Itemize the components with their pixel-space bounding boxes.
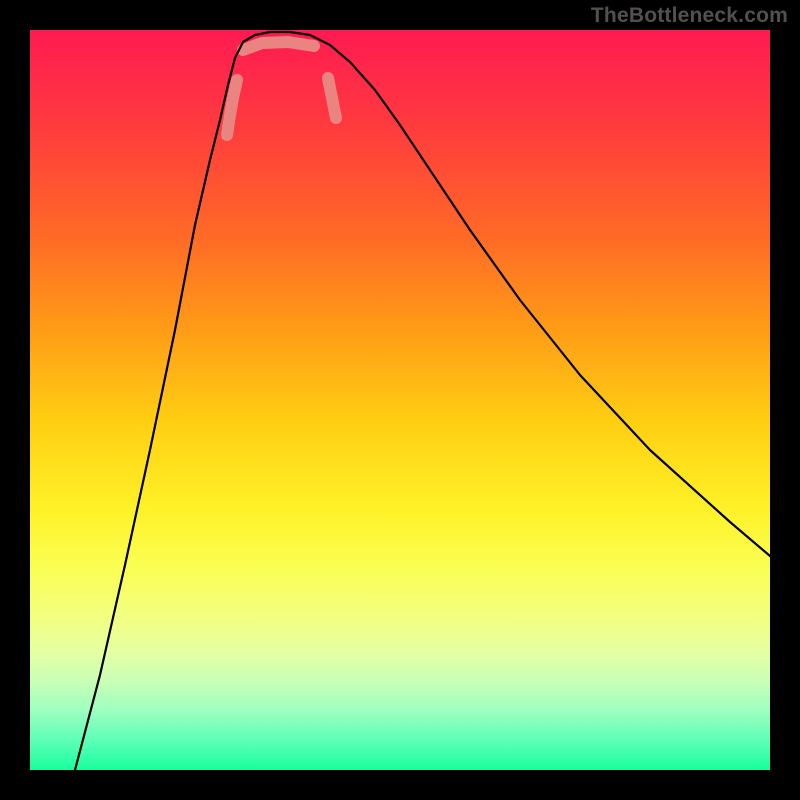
pink-marker-segment: [243, 42, 314, 50]
curve-layer: [30, 30, 770, 770]
pink-marker-segment: [328, 78, 336, 118]
pink-marker-segment: [227, 80, 237, 135]
bottleneck-curve: [75, 32, 770, 770]
chart-frame: TheBottleneck.com: [0, 0, 800, 800]
watermark-text: TheBottleneck.com: [591, 4, 788, 28]
plot-area: [30, 30, 770, 770]
